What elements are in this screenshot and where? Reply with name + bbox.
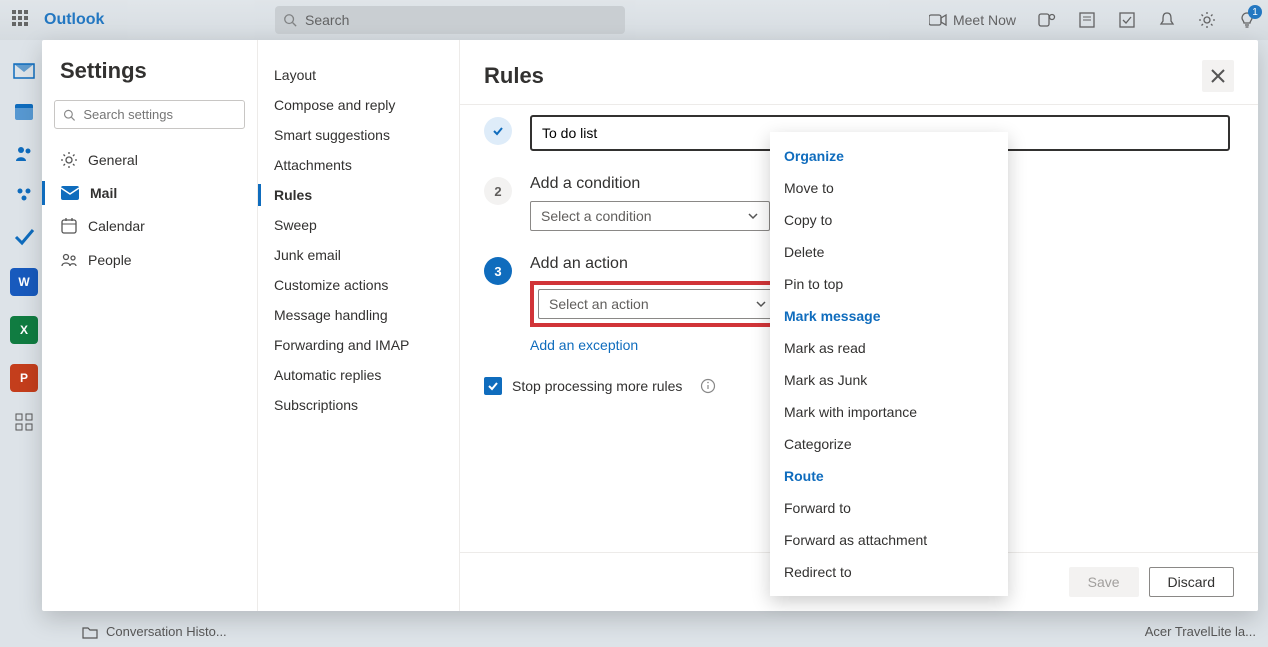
- calendar-rail-icon[interactable]: [13, 100, 35, 122]
- mail-rail-icon[interactable]: [12, 60, 36, 80]
- action-menu: Organize Move to Copy to Delete Pin to t…: [770, 132, 1008, 596]
- highlight-frame: Select an action: [530, 281, 786, 327]
- action-dropdown[interactable]: Select an action: [538, 289, 778, 319]
- subnav-sweep[interactable]: Sweep: [270, 210, 447, 240]
- settings-title: Settings: [54, 58, 245, 84]
- nav-general[interactable]: General: [54, 143, 245, 177]
- chevron-down-icon: [755, 298, 767, 310]
- subnav-subscriptions[interactable]: Subscriptions: [270, 390, 447, 420]
- settings-nav-column: Settings General Mail Calendar People: [42, 40, 258, 611]
- teams-icon[interactable]: [1038, 11, 1056, 29]
- menu-opt-forward-to[interactable]: Forward to: [770, 492, 1008, 524]
- save-button[interactable]: Save: [1069, 567, 1139, 597]
- subnav-attachments[interactable]: Attachments: [270, 150, 447, 180]
- app-rail: W X P: [0, 40, 48, 647]
- calendar-icon: [60, 217, 78, 235]
- check-icon: [492, 125, 504, 137]
- menu-opt-delete[interactable]: Delete: [770, 236, 1008, 268]
- people-rail-icon[interactable]: [13, 142, 35, 164]
- background-product: Acer TravelLite la...: [1145, 624, 1256, 639]
- subnav-smart[interactable]: Smart suggestions: [270, 120, 447, 150]
- top-bar: Outlook Search Meet Now 1: [0, 0, 1268, 40]
- search-settings-field[interactable]: [83, 107, 236, 122]
- menu-opt-forward-attachment[interactable]: Forward as attachment: [770, 524, 1008, 556]
- app-launcher-icon[interactable]: [12, 10, 32, 30]
- gear-icon: [60, 151, 78, 169]
- menu-opt-pin[interactable]: Pin to top: [770, 268, 1008, 300]
- more-apps-icon[interactable]: [14, 412, 34, 432]
- subnav-layout[interactable]: Layout: [270, 60, 447, 90]
- word-rail-icon[interactable]: W: [10, 268, 38, 296]
- notification-badge: 1: [1248, 5, 1262, 19]
- menu-header-route: Route: [770, 460, 1008, 492]
- menu-opt-mark-read[interactable]: Mark as read: [770, 332, 1008, 364]
- search-icon: [283, 13, 297, 27]
- brand-label: Outlook: [44, 11, 104, 29]
- notes-icon[interactable]: [1078, 11, 1096, 29]
- subnav-forwarding[interactable]: Forwarding and IMAP: [270, 330, 447, 360]
- global-search[interactable]: Search: [275, 6, 625, 34]
- search-icon: [63, 108, 75, 122]
- subnav-junk[interactable]: Junk email: [270, 240, 447, 270]
- search-placeholder: Search: [305, 12, 349, 28]
- subnav-customize[interactable]: Customize actions: [270, 270, 447, 300]
- mail-icon: [60, 185, 80, 201]
- page-title: Rules: [484, 63, 544, 89]
- nav-mail[interactable]: Mail: [54, 177, 245, 209]
- add-exception-link[interactable]: Add an exception: [530, 337, 638, 353]
- folder-icon: [82, 625, 98, 639]
- menu-opt-mark-importance[interactable]: Mark with importance: [770, 396, 1008, 428]
- check-rail-icon[interactable]: [13, 226, 35, 248]
- people-icon: [60, 251, 78, 269]
- settings-modal: Settings General Mail Calendar People La…: [42, 40, 1258, 611]
- meet-now-button[interactable]: Meet Now: [929, 12, 1016, 28]
- chevron-down-icon: [747, 210, 759, 222]
- info-icon[interactable]: [700, 378, 716, 394]
- video-icon: [929, 13, 947, 27]
- menu-opt-redirect[interactable]: Redirect to: [770, 556, 1008, 588]
- subnav-rules[interactable]: Rules: [270, 180, 447, 210]
- checkbox-checked[interactable]: [484, 377, 502, 395]
- subnav-autoreplies[interactable]: Automatic replies: [270, 360, 447, 390]
- search-settings-input[interactable]: [54, 100, 245, 129]
- powerpoint-rail-icon[interactable]: P: [10, 364, 38, 392]
- subnav-message-handling[interactable]: Message handling: [270, 300, 447, 330]
- excel-rail-icon[interactable]: X: [10, 316, 38, 344]
- menu-header-organize: Organize: [770, 140, 1008, 172]
- condition-dropdown[interactable]: Select a condition: [530, 201, 770, 231]
- tips-button[interactable]: 1: [1238, 11, 1256, 29]
- step-3-badge: 3: [484, 257, 512, 285]
- check-icon: [487, 380, 499, 392]
- step-1-badge: [484, 117, 512, 145]
- background-folder: Conversation Histo...: [82, 624, 227, 639]
- menu-opt-copy-to[interactable]: Copy to: [770, 204, 1008, 236]
- menu-opt-categorize[interactable]: Categorize: [770, 428, 1008, 460]
- stop-processing-label: Stop processing more rules: [512, 378, 682, 394]
- nav-people[interactable]: People: [54, 243, 245, 277]
- discard-button[interactable]: Discard: [1149, 567, 1234, 597]
- nav-calendar[interactable]: Calendar: [54, 209, 245, 243]
- mail-subnav-column: Layout Compose and reply Smart suggestio…: [258, 40, 460, 611]
- menu-opt-move-to[interactable]: Move to: [770, 172, 1008, 204]
- todo-icon[interactable]: [1118, 11, 1136, 29]
- menu-opt-mark-junk[interactable]: Mark as Junk: [770, 364, 1008, 396]
- menu-header-mark: Mark message: [770, 300, 1008, 332]
- gear-icon[interactable]: [1198, 11, 1216, 29]
- step-2-badge: 2: [484, 177, 512, 205]
- subnav-compose[interactable]: Compose and reply: [270, 90, 447, 120]
- close-button[interactable]: [1202, 60, 1234, 92]
- close-icon: [1211, 69, 1225, 83]
- bell-icon[interactable]: [1158, 11, 1176, 29]
- groups-rail-icon[interactable]: [13, 184, 35, 206]
